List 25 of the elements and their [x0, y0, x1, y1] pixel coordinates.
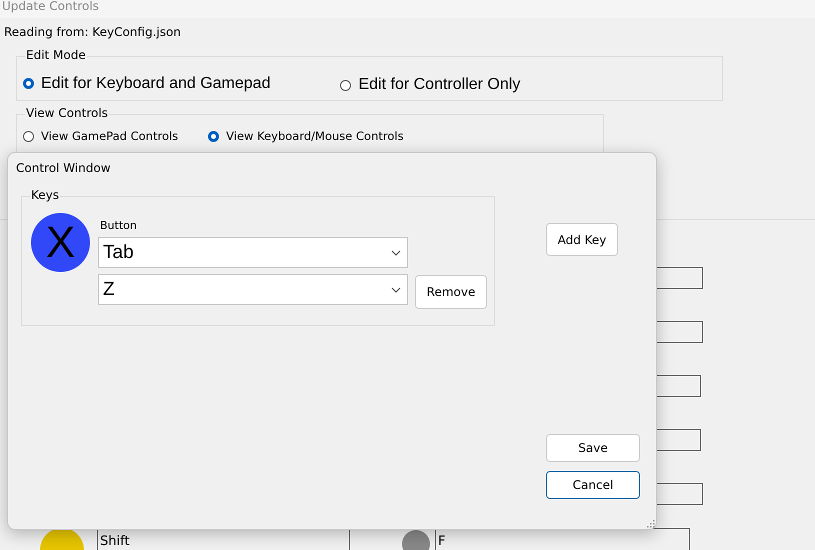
- radio-button-icon[interactable]: [208, 130, 220, 142]
- source-label: Reading from: KeyConfig.json: [3, 24, 182, 41]
- resize-grip-icon[interactable]: [647, 520, 655, 528]
- radio-option[interactable]: Edit for Keyboard and Gamepad: [23, 73, 270, 94]
- radio-button-icon[interactable]: [23, 130, 34, 142]
- chevron-down-icon: [391, 250, 401, 256]
- dialog-button[interactable]: Cancel: [546, 471, 640, 499]
- radio-option[interactable]: Edit for Controller Only: [340, 76, 520, 94]
- radio-button-icon[interactable]: [23, 78, 34, 89]
- radio-option[interactable]: View GamePad Controls: [23, 129, 178, 143]
- key-dropdown[interactable]: Tab: [98, 237, 408, 268]
- field-label: Button: [100, 219, 138, 232]
- chevron-down-icon: [391, 286, 401, 292]
- gamepad-button-icon: X: [31, 213, 90, 272]
- dialog-title: Control Window: [15, 160, 112, 177]
- group-legend: Edit Mode: [25, 48, 87, 62]
- group-legend: View Controls: [25, 106, 109, 120]
- add-key-button[interactable]: Add Key: [546, 223, 618, 256]
- remove-button[interactable]: Remove: [415, 275, 487, 309]
- dialog-button[interactable]: Save: [546, 434, 640, 462]
- radio-button-icon[interactable]: [340, 80, 352, 90]
- radio-option[interactable]: View Keyboard/Mouse Controls: [208, 129, 404, 143]
- key-dropdown[interactable]: Z: [98, 274, 408, 305]
- window-title: Update Controls: [1, 0, 99, 12]
- group-legend: Keys: [30, 188, 60, 202]
